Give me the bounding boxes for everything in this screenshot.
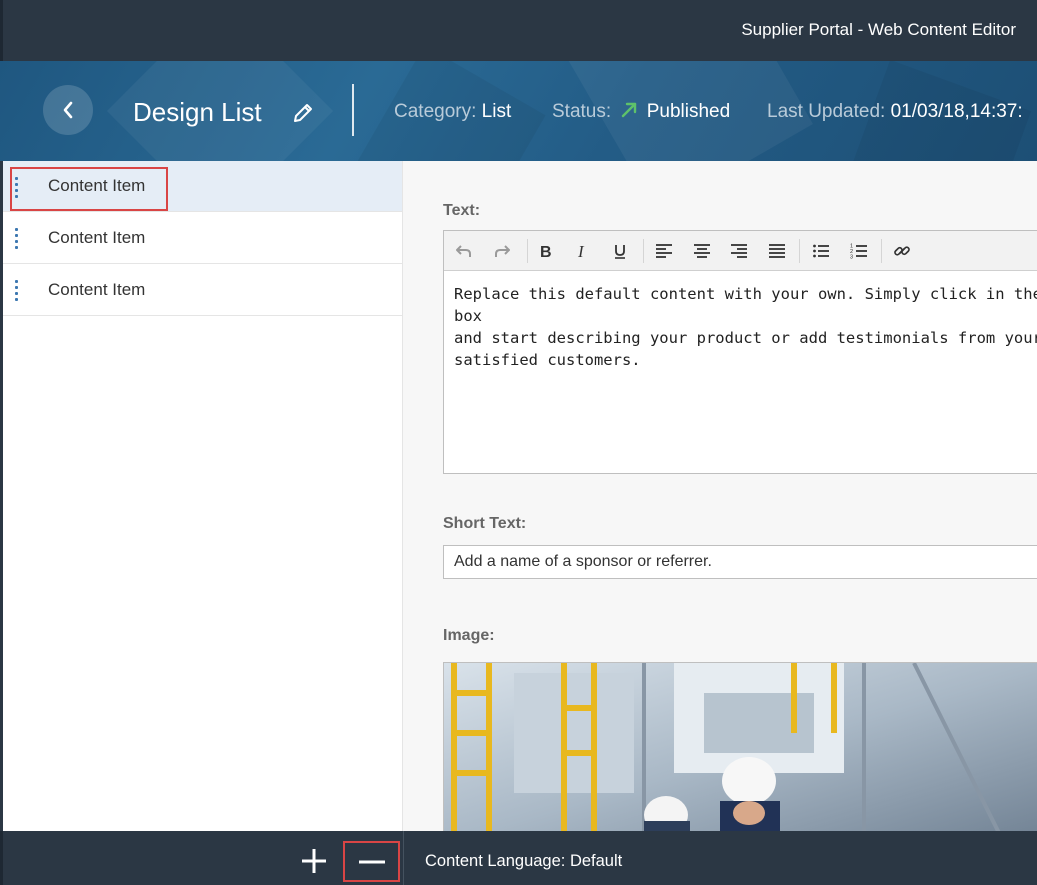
- toolbar-separator: [881, 239, 882, 263]
- arrow-up-right-icon: [622, 102, 637, 118]
- content-language: Content Language: Default: [425, 852, 623, 870]
- list-item[interactable]: Content Item: [3, 264, 402, 316]
- short-text-input[interactable]: Add a name of a sponsor or referrer.: [443, 545, 1037, 579]
- bullet-list-button[interactable]: [811, 241, 831, 261]
- object-header: Design List Category: List Status: Publi…: [0, 61, 1037, 161]
- category-attribute: Category: List: [394, 101, 511, 123]
- content-item-list: Content Item Content Item Content Item: [0, 161, 403, 831]
- shell-bar: Supplier Portal - Web Content Editor: [0, 0, 1037, 61]
- remove-item-button[interactable]: [343, 841, 400, 882]
- link-button[interactable]: [892, 241, 912, 261]
- back-button[interactable]: [43, 85, 93, 135]
- add-item-button[interactable]: [299, 846, 329, 876]
- content-image[interactable]: [443, 662, 1037, 831]
- industrial-workers-photo: [444, 663, 1037, 831]
- svg-text:3: 3: [850, 255, 853, 261]
- header-divider: [352, 84, 354, 136]
- align-justify-button[interactable]: [767, 241, 787, 261]
- drag-handle-icon[interactable]: [15, 228, 21, 249]
- rte-content[interactable]: Replace this default content with your o…: [454, 283, 1037, 371]
- numbered-list-button[interactable]: 123: [849, 241, 869, 261]
- drag-handle-icon[interactable]: [15, 177, 21, 198]
- underline-button[interactable]: [610, 241, 630, 261]
- align-right-button[interactable]: [729, 241, 749, 261]
- list-item-label: Content Item: [48, 227, 146, 247]
- bold-button[interactable]: B: [535, 241, 555, 261]
- numbered-list-icon: 123: [850, 244, 867, 261]
- align-center-button[interactable]: [692, 241, 712, 261]
- master-footer: [0, 831, 403, 885]
- last-updated-label: Last Updated:: [767, 101, 886, 122]
- page-title: Design List: [133, 97, 262, 127]
- toolbar-separator: [527, 239, 528, 263]
- toolbar-separator: [643, 239, 644, 263]
- align-left-button[interactable]: [654, 241, 674, 261]
- image-field-label: Image:: [443, 627, 495, 644]
- detail-pane: Text: B I 1 2 3 Replace this default con…: [403, 161, 1037, 831]
- italic-button[interactable]: I: [572, 241, 592, 261]
- italic-icon: I: [577, 242, 585, 260]
- minus-icon: [359, 860, 385, 864]
- align-justify-icon: [769, 244, 785, 258]
- rich-text-editor: B I 1 2 3 Replace this default content w…: [443, 230, 1037, 474]
- plus-icon: [302, 849, 326, 873]
- category-label: Category:: [394, 101, 477, 122]
- shell-title: Supplier Portal - Web Content Editor: [741, 20, 1016, 39]
- align-center-icon: [694, 244, 710, 258]
- svg-text:B: B: [540, 244, 552, 260]
- redo-icon: [495, 245, 510, 257]
- web-content-editor-app: Supplier Portal - Web Content Editor Des…: [0, 0, 1037, 885]
- short-text-field-label: Short Text:: [443, 515, 527, 532]
- list-item[interactable]: Content Item: [3, 161, 402, 212]
- align-right-icon: [731, 244, 747, 258]
- last-updated-attribute: Last Updated: 01/03/18,14:37:: [767, 101, 1023, 123]
- detail-footer: Content Language: Default: [403, 831, 1037, 885]
- list-item-label: Content Item: [48, 279, 146, 299]
- status-value: Published: [646, 101, 731, 122]
- drag-handle-icon[interactable]: [15, 280, 21, 301]
- bullet-list-icon: [813, 244, 829, 258]
- last-updated-value: 01/03/18,14:37:: [890, 101, 1023, 122]
- rte-toolbar: B I 1 2 3: [444, 231, 1037, 271]
- undo-icon: [456, 245, 471, 257]
- status-label: Status:: [552, 101, 612, 122]
- pencil-icon: [294, 104, 312, 122]
- underline-icon: [615, 245, 625, 259]
- category-value: List: [481, 101, 512, 122]
- chevron-left-icon: [63, 101, 73, 119]
- text-field-label: Text:: [443, 202, 481, 219]
- list-item[interactable]: Content Item: [3, 212, 402, 264]
- bold-icon: B: [540, 244, 552, 260]
- status-attribute: Status: Published: [552, 101, 730, 123]
- undo-button[interactable]: [454, 241, 474, 261]
- toolbar-separator: [799, 239, 800, 263]
- svg-text:I: I: [577, 242, 585, 260]
- redo-button[interactable]: [492, 241, 512, 261]
- link-icon: [894, 246, 910, 256]
- edit-title-button[interactable]: [291, 101, 315, 125]
- list-item-label: Content Item: [48, 176, 146, 195]
- align-left-icon: [656, 244, 672, 258]
